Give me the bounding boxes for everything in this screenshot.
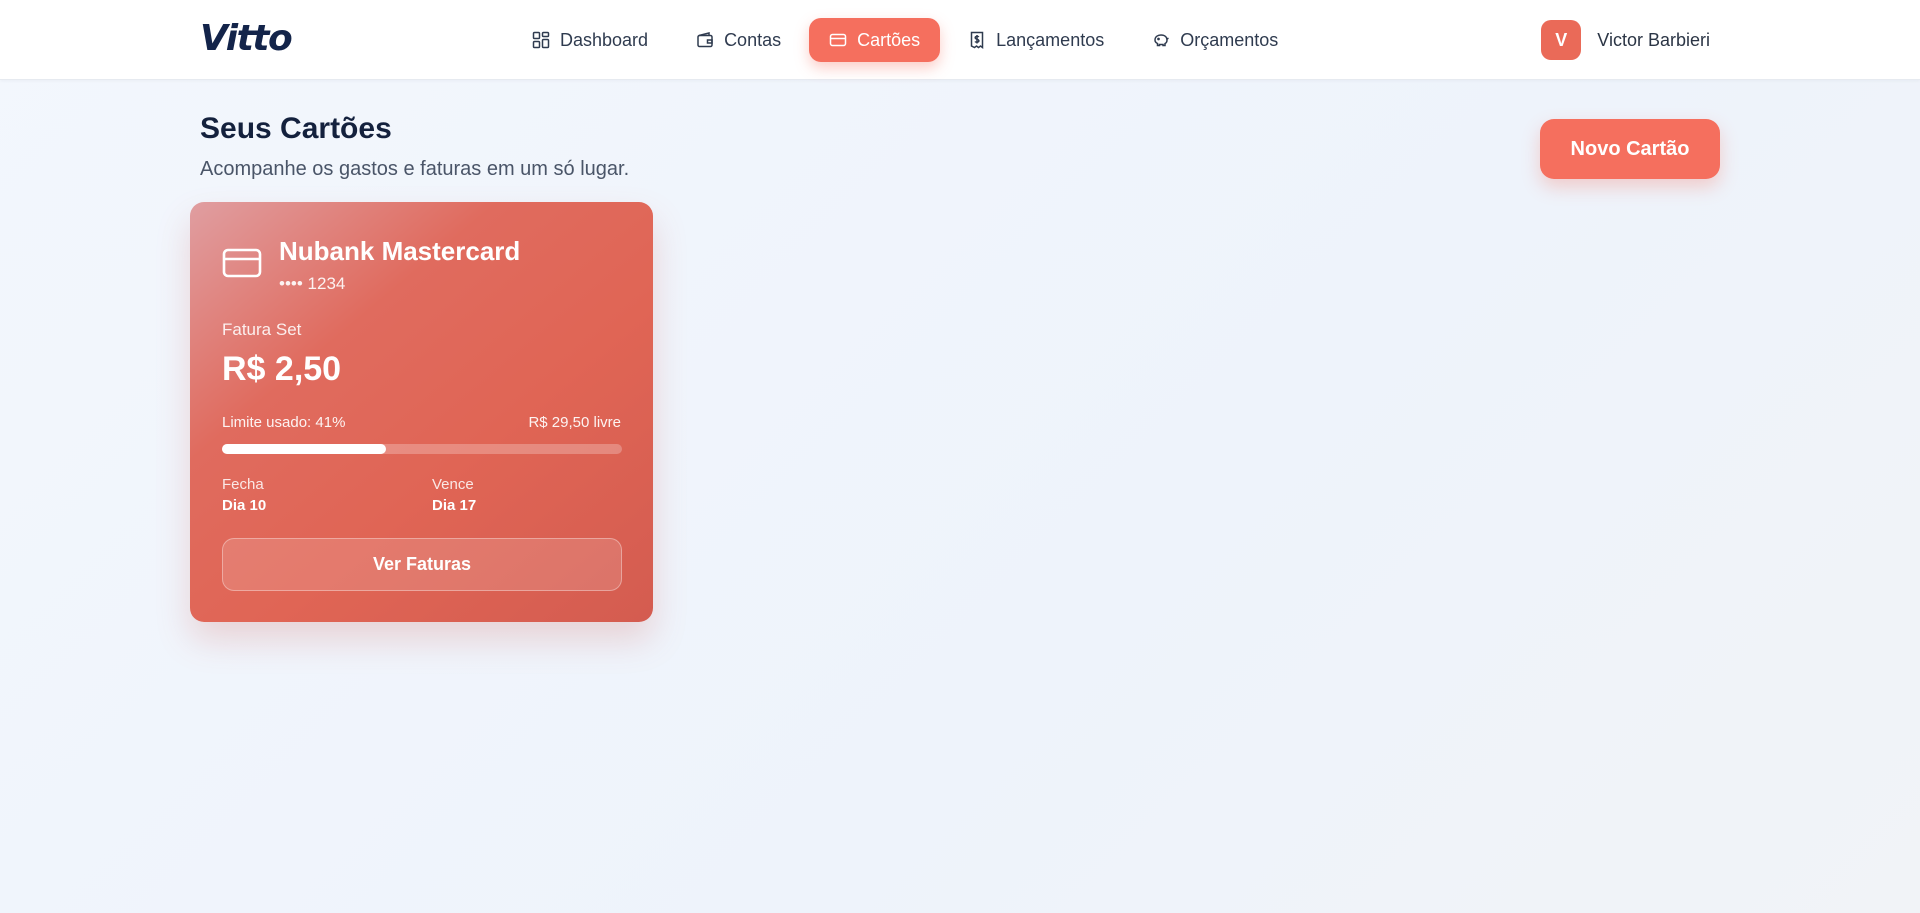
limit-used-label: Limite usado: 41% <box>222 414 346 431</box>
nav-label-cartoes: Cartões <box>857 29 921 50</box>
invoice-amount: R$ 2,50 <box>222 350 342 388</box>
nav-item-contas[interactable]: Contas <box>676 18 801 62</box>
nav-item-cartoes[interactable]: Cartões <box>809 18 941 62</box>
app-logo[interactable]: Vitto <box>200 18 293 59</box>
nav-item-orcamentos[interactable]: Orçamentos <box>1132 18 1298 62</box>
credit-card-tile: Nubank Mastercard •••• 1234 Fatura Set R… <box>190 202 653 622</box>
receipt-icon <box>970 31 984 49</box>
credit-card-icon <box>222 248 262 278</box>
due-day-value: Dia 17 <box>432 497 477 514</box>
due-day-label: Vence <box>432 476 474 493</box>
nav-label-lancamentos: Lançamentos <box>996 29 1105 50</box>
piggy-bank-icon <box>1154 34 1170 47</box>
view-invoices-button[interactable]: Ver Faturas <box>222 538 622 591</box>
limit-progress-bar <box>222 444 622 454</box>
nav-item-lancamentos[interactable]: Lançamentos <box>948 18 1124 62</box>
main-nav: Dashboard Contas Cartões Lançamentos Orç… <box>512 18 1298 62</box>
nav-item-dashboard[interactable]: Dashboard <box>512 18 668 62</box>
limit-progress-fill <box>222 444 386 454</box>
page-subtitle: Acompanhe os gastos e faturas em um só l… <box>200 158 630 180</box>
card-number: •••• 1234 <box>279 274 346 293</box>
user-menu[interactable]: V Victor Barbieri <box>1541 20 1710 60</box>
user-name: Victor Barbieri <box>1597 29 1710 50</box>
nav-label-dashboard: Dashboard <box>560 29 649 50</box>
credit-card-icon <box>829 33 847 47</box>
nav-label-contas: Contas <box>724 29 782 50</box>
avatar: V <box>1541 20 1582 60</box>
limit-free-label: R$ 29,50 livre <box>528 414 621 431</box>
page-title: Seus Cartões <box>200 112 392 145</box>
card-name: Nubank Mastercard <box>279 236 521 266</box>
closing-day-label: Fecha <box>222 476 264 493</box>
invoice-label: Fatura Set <box>222 320 302 339</box>
dashboard-grid-icon <box>532 31 550 49</box>
top-navbar: Vitto Dashboard Contas Cartões Lançament… <box>0 0 1920 80</box>
closing-day-value: Dia 10 <box>222 497 267 514</box>
wallet-icon <box>697 32 713 48</box>
nav-label-orcamentos: Orçamentos <box>1180 29 1279 50</box>
new-card-button[interactable]: Novo Cartão <box>1540 119 1720 179</box>
